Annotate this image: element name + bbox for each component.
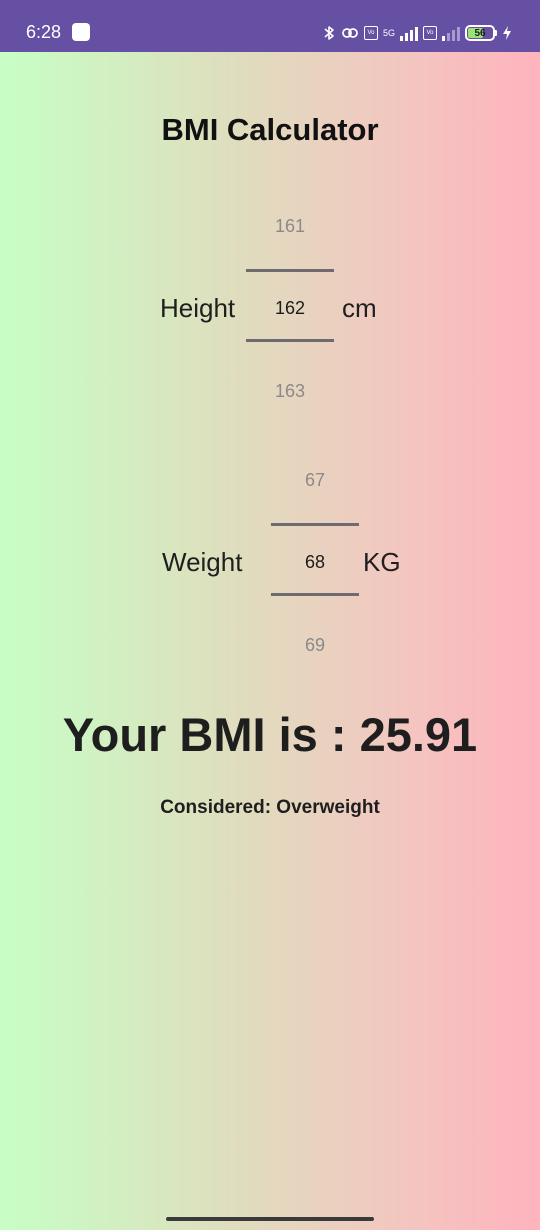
weight-label: Weight xyxy=(162,547,243,577)
home-indicator[interactable] xyxy=(166,1217,374,1221)
battery-level: 56 xyxy=(474,27,486,39)
weight-picker[interactable]: 67 68 69 xyxy=(271,441,359,681)
height-option-below[interactable]: 163 xyxy=(246,381,334,402)
signal-weak-icon xyxy=(442,25,460,41)
height-picker[interactable]: 161 162 163 xyxy=(246,187,334,427)
network-type-label: 5G xyxy=(382,28,395,38)
weight-option-below[interactable]: 69 xyxy=(271,635,359,656)
link-icon xyxy=(341,25,359,41)
status-time: 6:28 xyxy=(26,22,62,42)
weight-unit: KG xyxy=(363,547,401,577)
height-label: Height xyxy=(160,293,236,323)
charging-icon xyxy=(502,26,512,40)
app-content: BMI Calculator Height 161 162 163 cm Wei… xyxy=(0,52,540,1230)
volte-icon-2: Vo xyxy=(423,26,437,40)
battery-icon: 56 xyxy=(465,25,497,41)
page-title: BMI Calculator xyxy=(161,112,379,147)
weight-picker-divider-top xyxy=(271,523,359,526)
weight-selected-value[interactable]: 68 xyxy=(271,552,359,573)
height-picker-divider-top xyxy=(246,269,334,272)
height-picker-divider-bottom xyxy=(246,339,334,342)
status-icons: Vo 5G Vo 56 xyxy=(322,22,512,44)
volte-icon: Vo xyxy=(363,26,378,40)
height-selected-value[interactable]: 162 xyxy=(246,298,334,319)
bluetooth-icon xyxy=(322,24,336,42)
height-option-above[interactable]: 161 xyxy=(246,216,334,237)
bmi-result: Your BMI is : 25.91 xyxy=(62,708,478,761)
height-unit: cm xyxy=(342,293,377,323)
weight-row: Weight 67 68 69 KG xyxy=(0,441,540,681)
bmi-category: Considered: Overweight xyxy=(160,797,380,818)
status-bar: 6:28 Vo 5G Vo 56 xyxy=(0,0,540,52)
height-row: Height 161 162 163 cm xyxy=(0,187,540,427)
weight-picker-divider-bottom xyxy=(271,593,359,596)
weight-option-above[interactable]: 67 xyxy=(271,470,359,491)
notification-icon xyxy=(72,23,90,41)
signal-icon xyxy=(400,25,418,41)
